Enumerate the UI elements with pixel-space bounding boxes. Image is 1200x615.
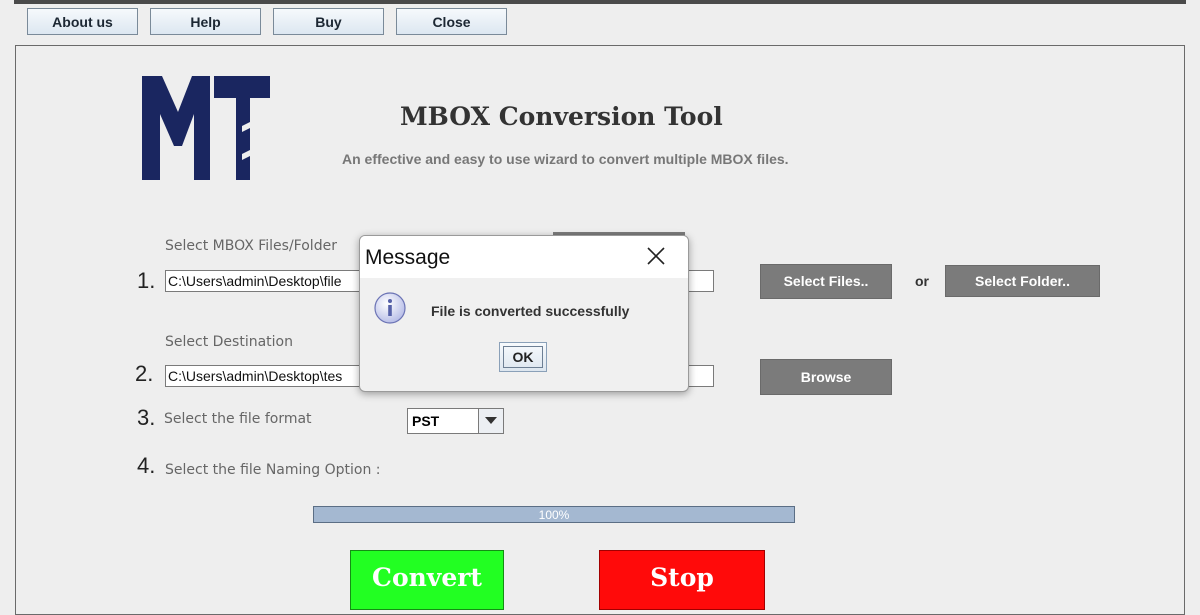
file-format-value: PST — [412, 413, 440, 429]
close-icon[interactable] — [646, 246, 666, 266]
app-title: MBOX Conversion Tool — [400, 102, 723, 131]
dialog-title-bar: Message — [360, 236, 688, 278]
step3-number: 3. — [137, 405, 156, 430]
select-files-button[interactable]: Select Files.. — [760, 264, 892, 299]
ok-focus-ring — [503, 346, 543, 368]
file-format-select[interactable]: PST — [407, 408, 504, 434]
about-us-button[interactable]: About us — [27, 8, 138, 35]
close-button[interactable]: Close — [396, 8, 507, 35]
chevron-down-icon[interactable] — [478, 409, 503, 433]
help-button[interactable]: Help — [150, 8, 261, 35]
window-title-bar — [14, 0, 1186, 4]
dialog-message: File is converted successfully — [431, 303, 630, 319]
app-subtitle: An effective and easy to use wizard to c… — [342, 151, 789, 167]
stop-button[interactable]: Stop — [599, 550, 765, 610]
mt-logo-icon — [142, 76, 270, 180]
browse-button[interactable]: Browse — [760, 359, 892, 395]
info-icon — [374, 292, 406, 324]
convert-button[interactable]: Convert — [350, 550, 504, 610]
select-folder-button[interactable]: Select Folder.. — [945, 265, 1100, 297]
buy-button[interactable]: Buy — [273, 8, 384, 35]
ok-button[interactable]: OK — [499, 342, 547, 372]
step4-number: 4. — [137, 453, 156, 478]
step3-label: Select the file format — [164, 411, 312, 427]
step4-label: Select the file Naming Option : — [165, 462, 381, 478]
or-label: or — [915, 273, 929, 289]
progress-text: 100% — [538, 508, 570, 522]
dialog-title: Message — [365, 246, 451, 269]
step2-label: Select Destination — [165, 334, 293, 350]
step2-number: 2. — [135, 361, 154, 386]
conversion-progress-bar: 100% — [313, 506, 795, 523]
step1-label: Select MBOX Files/Folder — [165, 238, 337, 254]
step1-number: 1. — [137, 268, 156, 293]
message-dialog: Message File is converted successfully O… — [359, 235, 689, 392]
